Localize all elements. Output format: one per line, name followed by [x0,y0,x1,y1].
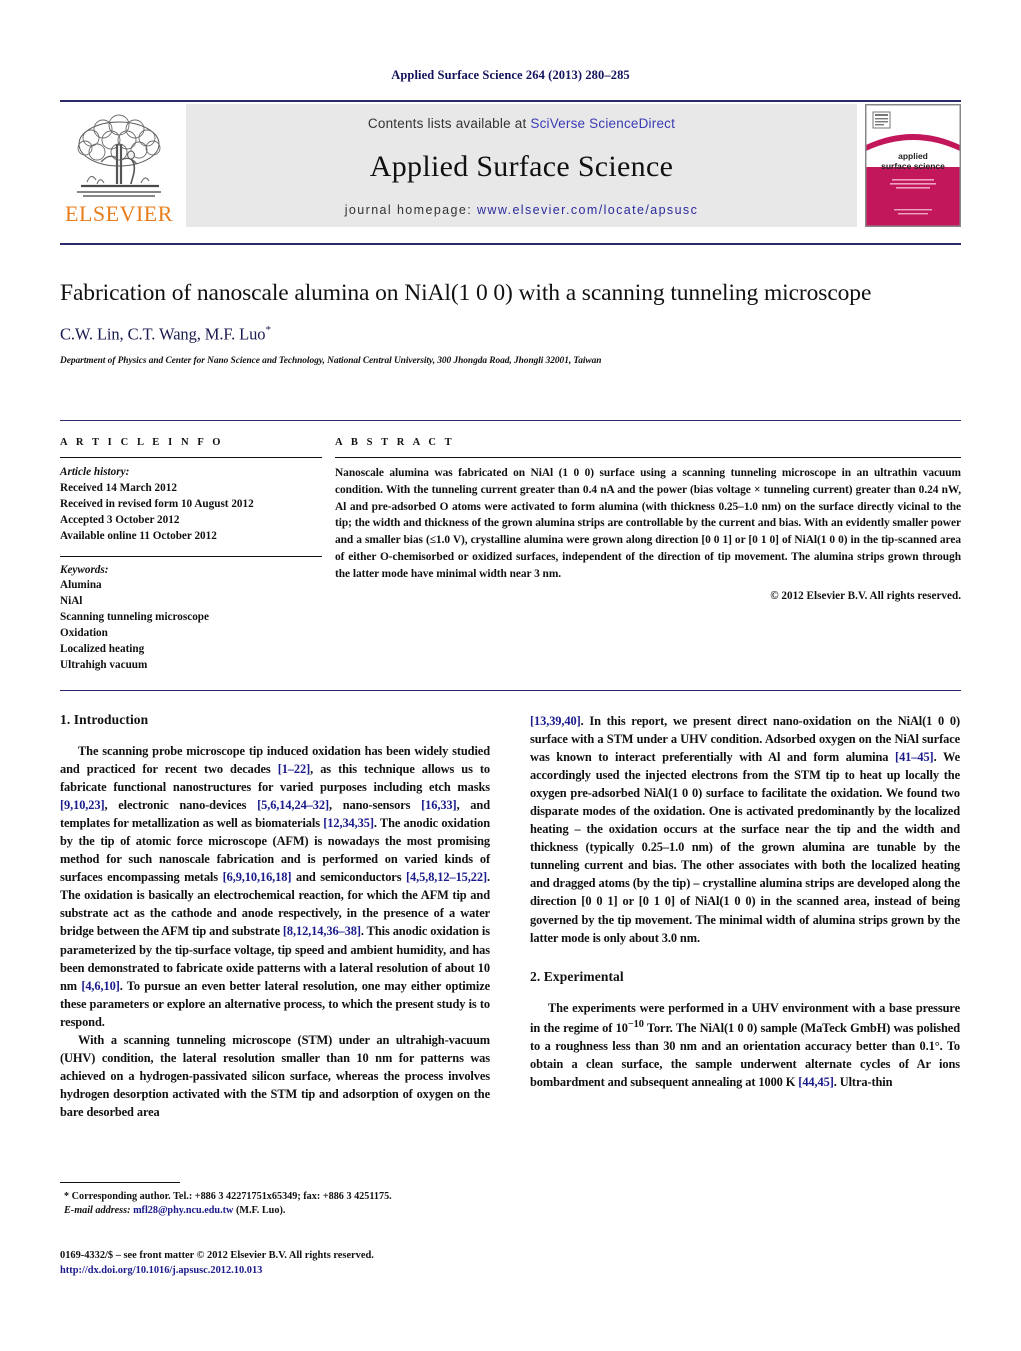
text-run: . To pursue an even better lateral resol… [60,978,490,1029]
article-history: Article history: Received 14 March 2012 … [60,465,322,545]
footnote-rule [60,1182,180,1183]
issn-line: 0169-4332/$ – see front matter © 2012 El… [60,1250,374,1261]
svg-text:applied: applied [898,151,928,161]
abstract-body: Nanoscale alumina was fabricated on NiAl… [335,467,961,580]
abstract-column: A B S T R A C T Nanoscale alumina was fa… [335,437,961,674]
keyword-item: NiAl [60,595,83,608]
history-item: Received 14 March 2012 [60,481,177,494]
intro-paragraph-2-start: With a scanning tunneling microscope (ST… [60,1031,490,1121]
body-columns: 1. Introduction The scanning probe micro… [60,712,961,1207]
author-names: C.W. Lin, C.T. Wang, M.F. Luo [60,324,266,344]
keywords-label: Keywords: [60,563,109,576]
citation-ref[interactable]: [1–22] [278,762,311,776]
article-info-column: A R T I C L E I N F O Article history: R… [60,437,322,674]
body-divider [60,690,961,691]
journal-cover-thumbnail[interactable]: applied surface science [865,104,961,227]
experimental-paragraph-1: The experiments were performed in a UHV … [530,999,960,1091]
corresponding-author-note: * Corresponding author. Tel.: +886 3 422… [64,1191,392,1202]
homepage-url-link[interactable]: www.elsevier.com/locate/apsusc [477,203,698,217]
elsevier-wordmark: ELSEVIER [65,201,173,226]
author-list: C.W. Lin, C.T. Wang, M.F. Luo* [60,324,940,345]
keywords-rule [60,555,322,557]
corresponding-author-marker[interactable]: * [265,324,271,336]
affiliation: Department of Physics and Center for Nan… [60,355,602,366]
abstract-copyright: © 2012 Elsevier B.V. All rights reserved… [770,590,961,603]
info-abstract-row: A R T I C L E I N F O Article history: R… [60,437,961,674]
intro-paragraph-1: The scanning probe microscope tip induce… [60,742,490,1031]
citation-ref[interactable]: [41–45] [895,750,934,764]
cover-artwork: applied surface science [866,105,960,226]
issn-copyright-block: 0169-4332/$ – see front matter © 2012 El… [60,1248,530,1278]
keyword-item: Localized heating [60,643,145,656]
keyword-item: Alumina [60,579,102,592]
text-run: and semiconductors [291,870,406,885]
journal-masthead: ELSEVIER Contents lists available at Sci… [60,100,961,227]
page-title: Fabrication of nanoscale alumina on NiAl… [60,280,872,306]
abstract-rule [335,457,961,458]
homepage-prefix: journal homepage: [344,203,477,217]
svg-text:surface science: surface science [881,161,945,171]
article-info-heading: A R T I C L E I N F O [60,437,224,448]
keyword-item: Oxidation [60,627,108,640]
contents-lists-line: Contents lists available at SciVerse Sci… [368,116,675,131]
history-item: Available online 11 October 2012 [60,529,217,542]
article-page: Applied Surface Science 264 (2013) 280–2… [0,0,1021,1351]
history-item: Received in revised form 10 August 2012 [60,497,254,510]
keyword-item: Scanning tunneling microscope [60,611,209,624]
footnote-block: * Corresponding author. Tel.: +886 3 422… [60,1182,490,1219]
email-owner: (M.F. Luo). [235,1205,286,1217]
citation-ref[interactable]: [9,10,23] [60,798,105,812]
citation-ref[interactable]: [8,12,14,36–38] [283,924,361,938]
sciencedirect-link[interactable]: SciVerse ScienceDirect [530,116,675,131]
citation-ref[interactable]: [6,9,10,16,18] [223,870,292,884]
text-run: . We accordingly used the injected elect… [530,750,961,945]
section-heading-experimental: 2. Experimental [530,968,624,984]
left-column: 1. Introduction The scanning probe micro… [60,712,490,1207]
journal-title: Applied Surface Science [369,150,674,183]
title-block: Fabrication of nanoscale alumina on NiAl… [60,278,940,366]
abstract-heading: A B S T R A C T [335,437,455,448]
running-head: Applied Surface Science 264 (2013) 280–2… [391,68,630,82]
citation-ref[interactable]: [4,6,10] [81,979,120,993]
email-label: E-mail address: [64,1205,131,1217]
citation-ref[interactable]: [16,33] [421,798,457,812]
citation-ref[interactable]: [12,34,35] [323,816,374,830]
contents-prefix: Contents lists available at [367,116,531,131]
title-divider [60,243,961,245]
doi-link[interactable]: http://dx.doi.org/10.1016/j.apsusc.2012.… [60,1263,530,1278]
right-column: [13,39,40]. In this report, we present d… [530,712,960,1207]
text-run: With a scanning tunneling microscope (ST… [60,1032,490,1119]
citation-ref[interactable]: [44,45] [798,1075,834,1089]
journal-band: Contents lists available at SciVerse Sci… [186,104,857,227]
email-link[interactable]: mfl28@phy.ncu.edu.tw [133,1205,233,1216]
intro-paragraph-2-cont: [13,39,40]. In this report, we present d… [530,712,960,947]
elsevier-tree-icon [77,114,161,197]
text-run: . Ultra-thin [833,1074,893,1089]
keywords-block: Keywords: Alumina NiAl Scanning tunnelin… [60,563,322,674]
citation-ref[interactable]: [13,39,40] [530,714,581,728]
history-item: Accepted 3 October 2012 [60,513,180,526]
article-info-rule [60,457,322,458]
text-run: , electronic nano-devices [104,798,258,813]
exponent: −10 [627,1018,644,1030]
article-history-label: Article history: [60,466,130,478]
citation-ref[interactable]: [5,6,14,24–32] [257,798,329,812]
journal-homepage-line: journal homepage: www.elsevier.com/locat… [345,203,698,217]
section-heading-introduction: 1. Introduction [60,712,149,727]
email-note: E-mail address: mfl28@phy.ncu.edu.tw (M.… [60,1204,490,1218]
keyword-item: Ultrahigh vacuum [60,658,148,671]
elsevier-logo: ELSEVIER [60,104,178,227]
citation-ref[interactable]: [4,5,8,12–15,22] [406,870,487,884]
text-run: , nano-sensors [328,798,422,813]
info-divider [60,420,961,421]
